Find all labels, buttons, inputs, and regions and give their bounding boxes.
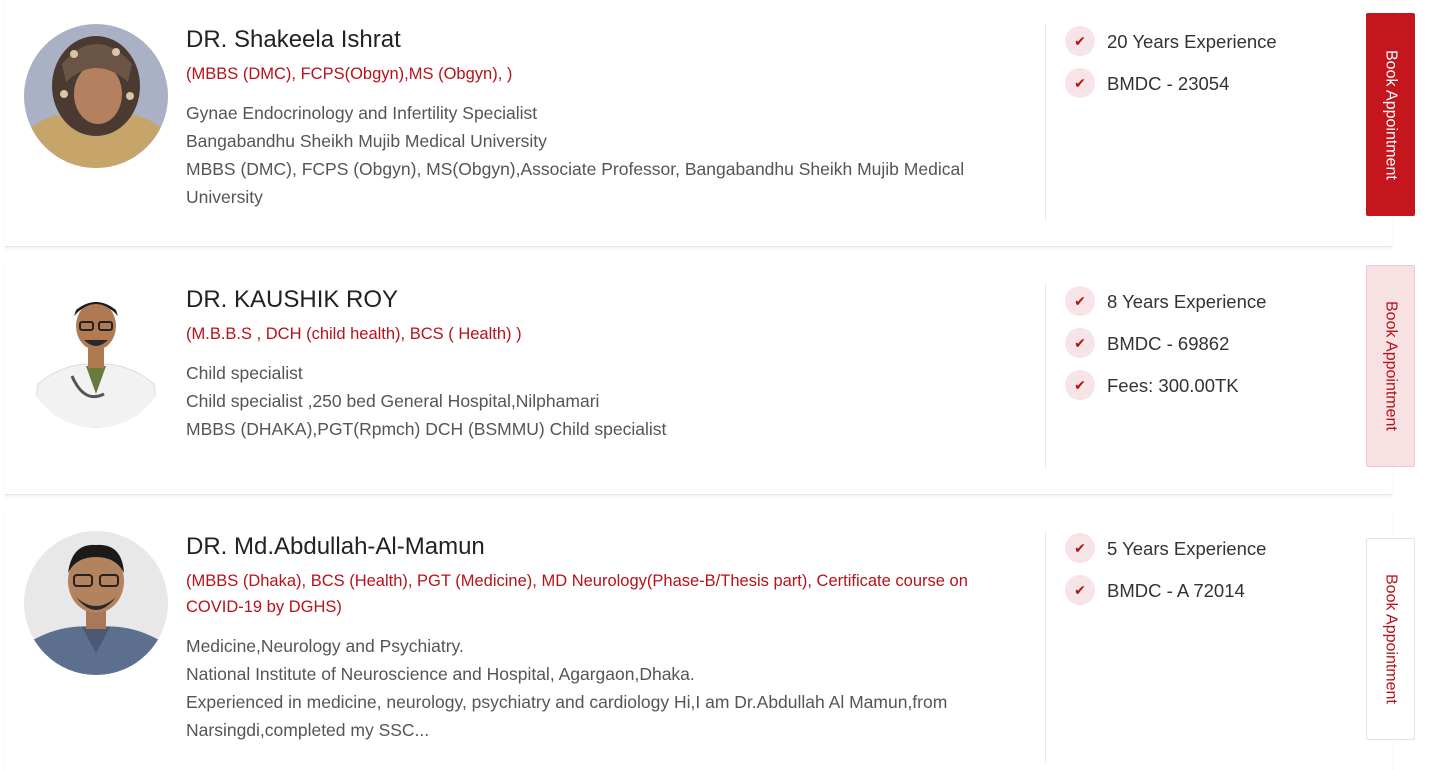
check-icon: ✔ (1065, 26, 1095, 56)
column-divider (1045, 24, 1046, 220)
fact-item: ✔ BMDC - A 72014 (1065, 575, 1266, 620)
doctor-photo (24, 24, 168, 168)
doctor-qualifications: (MBBS (DMC), FCPS(Obgyn),MS (Obgyn), ) (186, 65, 513, 83)
description-line: Gynae Endocrinology and Infertility Spec… (186, 103, 538, 123)
column-divider (1045, 532, 1046, 762)
fact-text: BMDC - A 72014 (1107, 580, 1245, 601)
doctor-name[interactable]: DR. Md.Abdullah-Al-Mamun (186, 533, 485, 561)
doctor-description: Child specialist Child specialist ,250 b… (186, 359, 1026, 443)
book-appointment-label: Book Appointment (1382, 49, 1400, 180)
book-appointment-label: Book Appointment (1382, 574, 1400, 704)
book-appointment-button[interactable]: Book Appointment (1366, 13, 1415, 216)
doctor-card: DR. Md.Abdullah-Al-Mamun (MBBS (Dhaka), … (5, 510, 1392, 770)
check-icon: ✔ (1065, 533, 1095, 563)
description-line: MBBS (DMC), FCPS (Obgyn), MS(Obgyn),Asso… (186, 159, 965, 207)
check-icon: ✔ (1065, 68, 1095, 98)
fact-text: BMDC - 69862 (1107, 333, 1230, 354)
doctor-description: Gynae Endocrinology and Infertility Spec… (186, 99, 1026, 211)
check-icon: ✔ (1065, 370, 1095, 400)
fact-item: ✔ 5 Years Experience (1065, 533, 1267, 578)
description-line: Bangabandhu Sheikh Mujib Medical Univers… (186, 131, 547, 151)
fact-text: 5 Years Experience (1107, 538, 1267, 559)
book-appointment-button[interactable]: Book Appointment (1366, 538, 1415, 740)
check-icon: ✔ (1065, 575, 1095, 605)
description-line: MBBS (DHAKA),PGT(Rpmch) DCH (BSMMU) Chil… (186, 419, 667, 439)
doctor-facts: ✔ 8 Years Experience ✔ BMDC - 69862 ✔ Fe… (1065, 286, 1267, 415)
check-icon: ✔ (1065, 286, 1095, 316)
description-line: Experienced in medicine, neurology, psyc… (186, 692, 948, 740)
doctor-name[interactable]: DR. Shakeela Ishrat (186, 26, 401, 54)
fact-text: 8 Years Experience (1107, 291, 1267, 312)
book-appointment-label: Book Appointment (1382, 301, 1400, 431)
doctor-facts: ✔ 20 Years Experience ✔ BMDC - 23054 (1065, 26, 1277, 113)
column-divider (1045, 284, 1046, 468)
check-icon: ✔ (1065, 328, 1095, 358)
doctor-description: Medicine,Neurology and Psychiatry. Natio… (186, 632, 1026, 744)
doctor-card: DR. Shakeela Ishrat (MBBS (DMC), FCPS(Ob… (5, 0, 1392, 247)
description-line: Child specialist ,250 bed General Hospit… (186, 391, 600, 411)
doctor-card: DR. KAUSHIK ROY (M.B.B.S , DCH (child he… (5, 262, 1392, 495)
doctor-facts: ✔ 5 Years Experience ✔ BMDC - A 72014 (1065, 533, 1267, 620)
fact-item: ✔ 20 Years Experience (1065, 26, 1277, 71)
fact-item: ✔ BMDC - 23054 (1065, 68, 1277, 113)
fact-text: BMDC - 23054 (1107, 73, 1230, 94)
fact-item: ✔ Fees: 300.00TK (1065, 370, 1266, 415)
doctor-name[interactable]: DR. KAUSHIK ROY (186, 286, 398, 314)
fact-item: ✔ 8 Years Experience (1065, 286, 1267, 331)
doctor-photo (24, 284, 168, 428)
doctor-qualifications: (MBBS (Dhaka), BCS (Health), PGT (Medici… (186, 572, 968, 616)
doctor-photo (24, 531, 168, 675)
description-line: Medicine,Neurology and Psychiatry. (186, 636, 464, 656)
description-line: National Institute of Neuroscience and H… (186, 664, 695, 684)
book-appointment-button[interactable]: Book Appointment (1366, 265, 1415, 467)
fact-text: 20 Years Experience (1107, 31, 1277, 52)
fact-text: Fees: 300.00TK (1107, 375, 1239, 396)
doctor-qualifications: (M.B.B.S , DCH (child health), BCS ( Hea… (186, 325, 522, 343)
description-line: Child specialist (186, 363, 303, 383)
fact-item: ✔ BMDC - 69862 (1065, 328, 1266, 373)
